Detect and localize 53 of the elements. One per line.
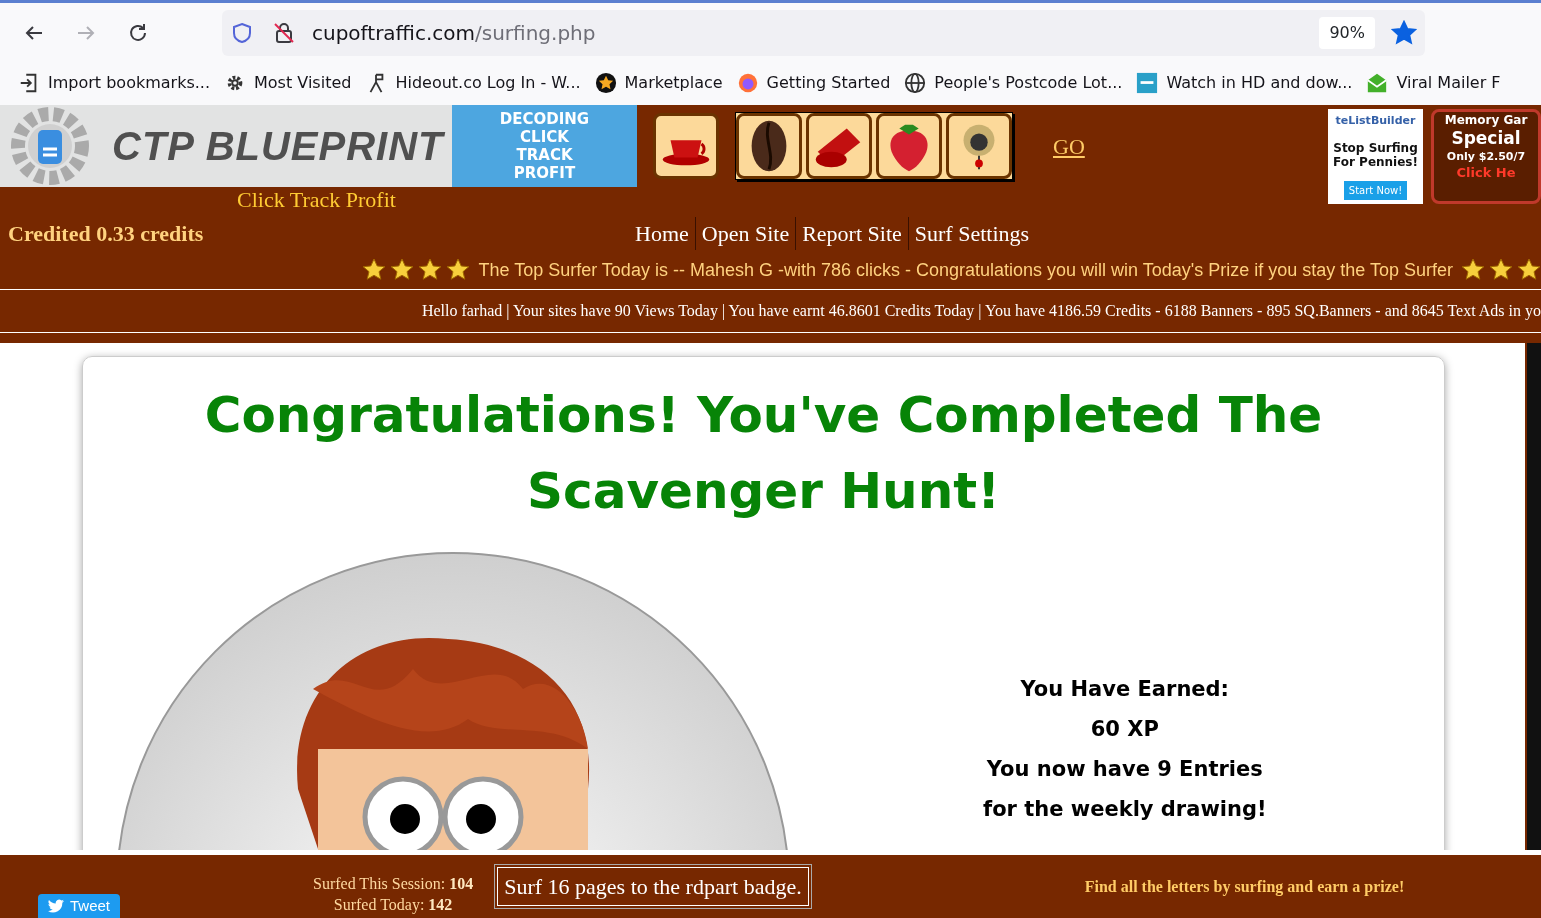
bookmark-link[interactable]: People's Postcode Lot... (904, 71, 1123, 95)
top-surfer-text: The Top Surfer Today is -- Mahesh G -with 786 clicks - Congratulations you will win Today's Prize if you stay the Top Surfer (478, 258, 1453, 282)
shield-icon[interactable] (230, 21, 254, 45)
account-stats-text: Hello farhad | Your sites have 90 Views Today | You have earnt 46.8601 Credits Today | You have 4186.59 Credits - 6188 Banners - 895 SQ.Banners - and 8645 Text Ads in yo (421, 301, 1541, 322)
bird-icon (48, 899, 64, 913)
bookmark-link[interactable]: Watch in HD and dow... (1136, 71, 1353, 95)
star-icon (1461, 258, 1485, 282)
tagline-title: DECODING CLICK TRACK PROFIT (498, 110, 591, 182)
page-heading: Congratulations! You've Completed The Scavenger Hunt! (203, 385, 1324, 522)
advert-headline: Stop Surfing For Pennies! (1332, 141, 1419, 170)
envelope-icon (1366, 72, 1389, 94)
tagline-text: Click Track Profit (237, 187, 396, 213)
nav-link[interactable]: Surf Settings (907, 216, 1036, 250)
star-icon (1517, 258, 1541, 282)
advert-text: Special (1451, 128, 1521, 149)
prize-text: Find all the letters by surfing and earn a prize! (1084, 876, 1405, 898)
reward-text: You Have Earned: (1020, 676, 1229, 703)
url-field[interactable]: cupoftraffic.com/surfing.php (312, 18, 596, 48)
advert-brand: teListBuilder (1335, 113, 1416, 129)
star-icon (418, 258, 443, 282)
nav-link[interactable]: Home (629, 216, 695, 250)
bookmark-link[interactable]: Most Visited (224, 71, 352, 95)
bookmark-link[interactable]: Getting Started (736, 71, 891, 95)
logo-text: CTP BLUEPRINT (112, 123, 444, 170)
advert-text: Memory Gar (1444, 112, 1528, 128)
advert-text: Only $2.50/7 (1446, 149, 1526, 164)
bookmark-link[interactable]: Hideout.co Log In - W... (365, 71, 581, 95)
star-icon (362, 258, 387, 282)
advert-banner[interactable]: Memory Gar Special Only $2.50/7 Click He (1431, 109, 1541, 204)
star-icon (390, 258, 415, 282)
nav-link[interactable]: Report Site (795, 216, 908, 250)
today-count: Surfed Today: 142 (332, 894, 454, 915)
reward-text: for the weekly drawing! (983, 796, 1267, 823)
session-count: Surfed This Session: 104 (313, 873, 474, 894)
bookmark-link[interactable]: Viral Mailer F (1366, 71, 1501, 95)
star-icon (446, 258, 471, 282)
star-badge-icon (594, 72, 617, 94)
credited-text: Credited 0.33 credits (8, 219, 204, 248)
bookmark-link[interactable]: Marketplace (594, 71, 723, 95)
lock-icon[interactable] (272, 21, 296, 45)
reward-text: 60 XP (1090, 716, 1159, 743)
tile-icon (1136, 72, 1159, 94)
bookmark-star-icon[interactable] (1391, 20, 1417, 46)
bookmark-link[interactable]: Import bookmarks... (18, 71, 210, 95)
reward-text: You now have 9 Entries (986, 756, 1263, 783)
advert-text: Click He (1456, 164, 1516, 181)
zoom-level[interactable]: 90% (1319, 17, 1375, 49)
nav-link[interactable]: Open Site (694, 216, 796, 250)
go-link[interactable]: GO (1053, 129, 1085, 163)
badge-progress-text: Surf 16 pages to the rdpart badge. (497, 867, 809, 906)
globe-icon (904, 72, 927, 94)
advert-banner[interactable]: teListBuilder Stop Surfing For Pennies! Start Now! (1328, 109, 1423, 204)
star-icon (1489, 258, 1513, 282)
